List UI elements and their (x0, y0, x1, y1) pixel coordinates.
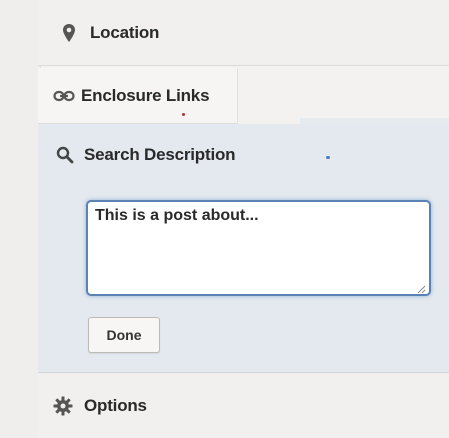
sidebar-item-location-label: Location (90, 22, 160, 42)
sidebar-item-search-description-label: Search Description (84, 145, 236, 164)
left-edge-strip (0, 0, 41, 438)
sidebar-item-search-description[interactable]: Search Description (38, 124, 449, 186)
search-icon (52, 146, 78, 164)
gear-icon (50, 396, 76, 416)
map-pin-icon (56, 23, 82, 43)
search-description-field-wrapper: This is a post about... (86, 200, 431, 296)
sidebar-item-options-label: Options (84, 395, 147, 415)
post-settings-sidebar: Location Enclosure Links Search Descript… (38, 0, 449, 438)
sidebar-item-enclosure-links-label: Enclosure Links (81, 85, 210, 105)
search-description-panel: This is a post about... Done (38, 186, 449, 373)
done-button[interactable]: Done (88, 317, 160, 353)
resize-grip-icon[interactable] (416, 281, 426, 294)
speck-mark (326, 156, 330, 159)
speck-mark (182, 113, 185, 116)
screen-background: Location Enclosure Links Search Descript… (0, 0, 449, 438)
link-icon (52, 90, 76, 102)
search-description-textarea[interactable]: This is a post about... (88, 202, 429, 294)
sidebar-item-enclosure-links[interactable]: Enclosure Links (38, 68, 238, 124)
sidebar-item-options[interactable]: Options (38, 373, 449, 438)
sidebar-item-location[interactable]: Location (38, 0, 449, 66)
